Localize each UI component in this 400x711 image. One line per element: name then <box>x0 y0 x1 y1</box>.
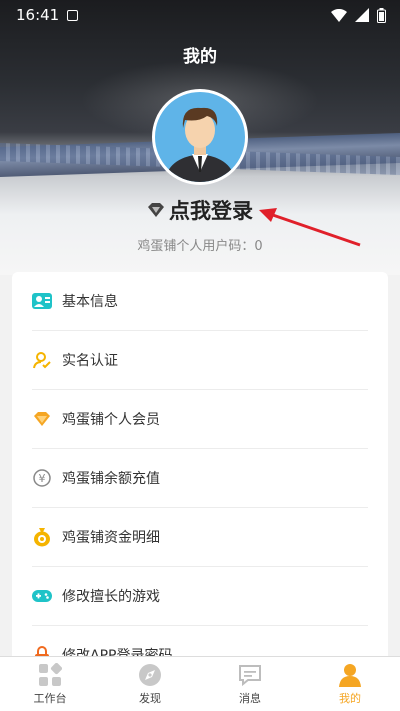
login-text: 点我登录 <box>169 199 253 223</box>
menu-card: 基本信息 实名认证 鸡蛋铺个人会员 ¥ 鸡蛋铺余额充值 鸡蛋铺资金明细 修改擅长… <box>12 272 388 672</box>
status-time: 16:41 <box>16 6 60 24</box>
battery-icon <box>377 7 386 23</box>
svg-text:¥: ¥ <box>39 472 46 485</box>
message-icon <box>239 664 261 686</box>
user-verify-icon <box>32 350 52 370</box>
tab-workbench[interactable]: 工作台 <box>0 657 100 711</box>
menu-item-basic-info[interactable]: 基本信息 <box>32 272 368 331</box>
tab-label: 我的 <box>339 691 361 705</box>
menu-item-recharge[interactable]: ¥ 鸡蛋铺余额充值 <box>32 449 368 508</box>
bottom-tab-bar: 工作台 发现 消息 我的 <box>0 656 400 711</box>
status-bar: 16:41 <box>0 0 400 30</box>
grid-icon <box>39 662 62 686</box>
tab-label: 发现 <box>139 691 161 705</box>
avatar[interactable] <box>152 89 248 185</box>
menu-item-label: 修改擅长的游戏 <box>62 589 160 605</box>
signal-icon <box>355 8 369 22</box>
page-title: 我的 <box>183 47 217 67</box>
gamepad-icon <box>32 586 52 606</box>
tab-mine[interactable]: 我的 <box>300 657 400 711</box>
menu-item-funds[interactable]: 鸡蛋铺资金明细 <box>32 508 368 567</box>
diamond-icon <box>32 409 52 429</box>
tab-label: 工作台 <box>33 691 67 705</box>
tab-messages[interactable]: 消息 <box>200 657 300 711</box>
menu-item-membership[interactable]: 鸡蛋铺个人会员 <box>32 390 368 449</box>
menu-item-label: 鸡蛋铺个人会员 <box>62 412 160 428</box>
compass-icon <box>139 663 161 686</box>
menu-item-verification[interactable]: 实名认证 <box>32 331 368 390</box>
person-icon <box>339 663 361 687</box>
tab-label: 消息 <box>239 691 261 705</box>
user-code: 鸡蛋铺个人用户码：0 <box>137 239 263 254</box>
yuan-coin-icon: ¥ <box>32 468 52 488</box>
wifi-icon <box>331 8 347 22</box>
notification-icon <box>67 9 79 21</box>
menu-item-label: 鸡蛋铺余额充值 <box>62 471 160 487</box>
menu-item-label: 基本信息 <box>62 294 118 310</box>
menu-item-label: 鸡蛋铺资金明细 <box>62 530 160 546</box>
money-bag-icon <box>32 527 52 547</box>
id-card-icon <box>32 291 52 311</box>
diamond-icon <box>148 203 164 217</box>
tab-discover[interactable]: 发现 <box>100 657 200 711</box>
avatar-person-icon <box>165 107 235 182</box>
menu-item-label: 实名认证 <box>62 353 118 369</box>
menu-item-games[interactable]: 修改擅长的游戏 <box>32 567 368 626</box>
